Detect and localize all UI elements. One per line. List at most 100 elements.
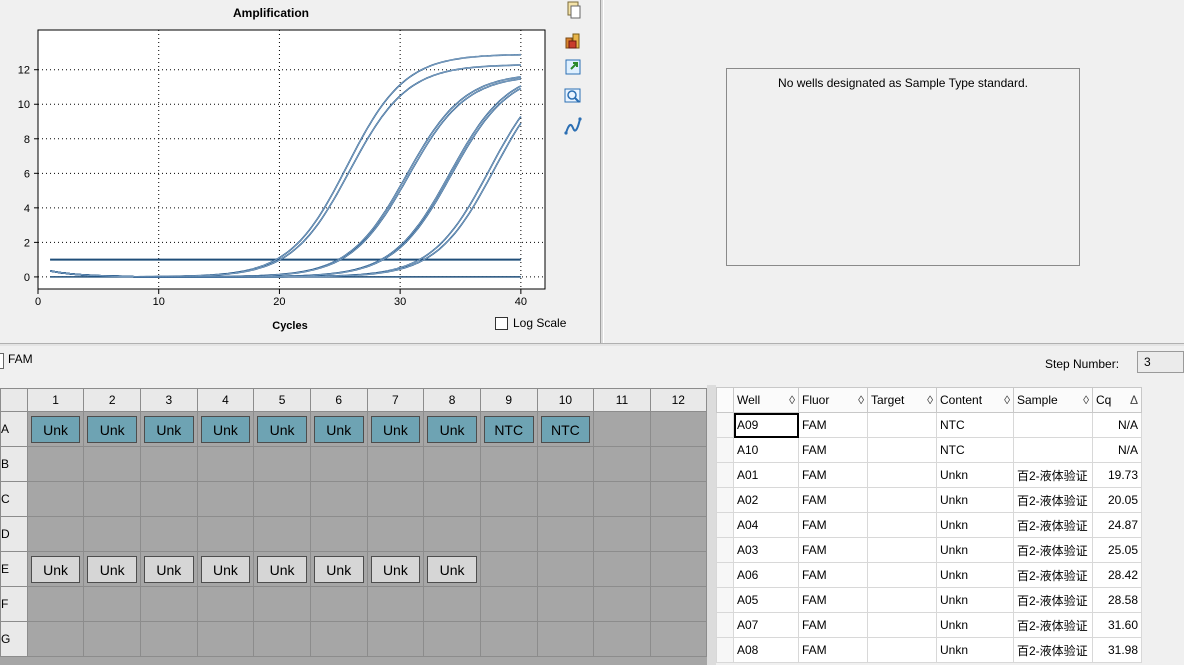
well-content-label[interactable]: NTC (540, 415, 591, 443)
row-selector[interactable] (716, 587, 734, 613)
plate-well[interactable]: Unk (366, 551, 425, 587)
plate-well[interactable] (253, 621, 311, 657)
results-cell-cq[interactable]: 28.58 (1092, 587, 1142, 613)
results-cell-fluor[interactable]: FAM (798, 587, 868, 613)
column-header-target[interactable]: Target ◊ (867, 387, 937, 413)
results-cell-sample[interactable]: 百2-液体验证 (1013, 587, 1093, 613)
results-row[interactable]: A10 FAM NTC N/A (716, 437, 1142, 463)
well-content-label[interactable]: Unk (30, 555, 81, 583)
results-cell-fluor[interactable]: FAM (798, 512, 868, 538)
plate-well[interactable] (309, 586, 368, 622)
results-cell-cq[interactable]: 31.60 (1092, 612, 1142, 638)
plate-well[interactable] (649, 446, 707, 482)
results-cell-sample[interactable]: 百2-液体验证 (1013, 637, 1093, 663)
column-header-well[interactable]: Well ◊ (733, 387, 799, 413)
results-cell-cq[interactable]: 24.87 (1092, 512, 1142, 538)
plate-well[interactable]: Unk (26, 411, 85, 447)
results-cell-well[interactable]: A05 (733, 587, 799, 613)
row-selector[interactable] (716, 462, 734, 488)
results-cell-target[interactable] (867, 487, 937, 513)
plate-well[interactable] (140, 586, 198, 622)
plate-well[interactable] (479, 446, 538, 482)
export-icon[interactable] (563, 30, 583, 50)
plate-well[interactable]: Unk (140, 551, 198, 587)
results-cell-content[interactable]: NTC (936, 412, 1014, 438)
horizontal-splitter[interactable] (0, 343, 1184, 346)
plate-well[interactable] (593, 586, 651, 622)
plate-column-header[interactable]: 9 (479, 388, 538, 412)
results-cell-content[interactable]: Unkn (936, 612, 1014, 638)
row-selector[interactable] (716, 612, 734, 638)
results-row[interactable]: A05 FAM Unkn 百2-液体验证 28.58 (716, 587, 1142, 613)
results-cell-sample[interactable]: 百2-液体验证 (1013, 462, 1093, 488)
results-row[interactable]: A06 FAM Unkn 百2-液体验证 28.42 (716, 562, 1142, 588)
well-content-label[interactable]: Unk (427, 415, 477, 443)
plate-well[interactable] (366, 516, 425, 552)
plate-well[interactable] (253, 481, 311, 517)
results-cell-fluor[interactable]: FAM (798, 412, 868, 438)
plate-well[interactable]: Unk (309, 411, 368, 447)
results-cell-content[interactable]: Unkn (936, 487, 1014, 513)
plate-well[interactable] (140, 516, 198, 552)
well-content-label[interactable]: Unk (87, 555, 138, 583)
plate-row-header[interactable]: F (0, 586, 28, 622)
plate-well[interactable] (536, 551, 595, 587)
results-cell-well[interactable]: A08 (733, 637, 799, 663)
log-scale-check-box[interactable] (495, 317, 508, 330)
zoom-icon[interactable] (563, 86, 583, 106)
results-corner[interactable] (716, 387, 734, 413)
well-content-label[interactable]: Unk (370, 415, 421, 443)
plate-row-header[interactable]: D (0, 516, 28, 552)
results-cell-target[interactable] (867, 612, 937, 638)
results-cell-content[interactable]: Unkn (936, 562, 1014, 588)
plate-well[interactable]: Unk (423, 551, 481, 587)
results-cell-fluor[interactable]: FAM (798, 462, 868, 488)
plate-well[interactable] (196, 621, 255, 657)
plate-column-header[interactable]: 8 (423, 388, 481, 412)
results-cell-well[interactable]: A09 (733, 412, 799, 438)
plate-well[interactable] (196, 516, 255, 552)
plate-well[interactable] (366, 481, 425, 517)
results-row[interactable]: A02 FAM Unkn 百2-液体验证 20.05 (716, 487, 1142, 513)
plate-well[interactable] (309, 516, 368, 552)
plate-well[interactable] (309, 621, 368, 657)
plate-well[interactable] (26, 586, 85, 622)
well-content-label[interactable]: Unk (370, 555, 421, 583)
results-cell-cq[interactable]: N/A (1092, 412, 1142, 438)
results-cell-content[interactable]: Unkn (936, 512, 1014, 538)
plate-well[interactable] (83, 516, 142, 552)
plate-column-header[interactable]: 11 (593, 388, 651, 412)
plate-well[interactable] (253, 516, 311, 552)
results-cell-well[interactable]: A01 (733, 462, 799, 488)
results-cell-cq[interactable]: 19.73 (1092, 462, 1142, 488)
plate-well[interactable]: Unk (140, 411, 198, 447)
plate-well[interactable] (26, 516, 85, 552)
log-scale-checkbox[interactable]: Log Scale (495, 316, 566, 330)
results-row[interactable]: A01 FAM Unkn 百2-液体验证 19.73 (716, 462, 1142, 488)
results-cell-sample[interactable]: 百2-液体验证 (1013, 487, 1093, 513)
plate-well[interactable] (536, 586, 595, 622)
trace-style-icon[interactable] (563, 116, 583, 136)
plate-well[interactable] (536, 621, 595, 657)
plate-well[interactable] (649, 516, 707, 552)
plate-well[interactable]: Unk (26, 551, 85, 587)
plate-well[interactable] (649, 411, 707, 447)
plate-row-header[interactable]: A (0, 411, 28, 447)
plate-well[interactable] (140, 621, 198, 657)
well-content-label[interactable]: Unk (257, 555, 307, 583)
row-selector[interactable] (716, 487, 734, 513)
sort-icon[interactable]: ◊ (858, 393, 864, 407)
plate-well[interactable] (423, 516, 481, 552)
plate-well[interactable]: Unk (253, 551, 311, 587)
row-selector[interactable] (716, 512, 734, 538)
results-cell-sample[interactable]: 百2-液体验证 (1013, 562, 1093, 588)
plate-well[interactable] (593, 481, 651, 517)
plate-well[interactable] (253, 586, 311, 622)
results-cell-target[interactable] (867, 462, 937, 488)
plate-column-header[interactable]: 5 (253, 388, 311, 412)
plate-column-header[interactable]: 7 (366, 388, 425, 412)
plate-well[interactable] (196, 446, 255, 482)
plate-well[interactable] (593, 621, 651, 657)
well-content-label[interactable]: Unk (30, 415, 81, 443)
results-cell-sample[interactable]: 百2-液体验证 (1013, 612, 1093, 638)
